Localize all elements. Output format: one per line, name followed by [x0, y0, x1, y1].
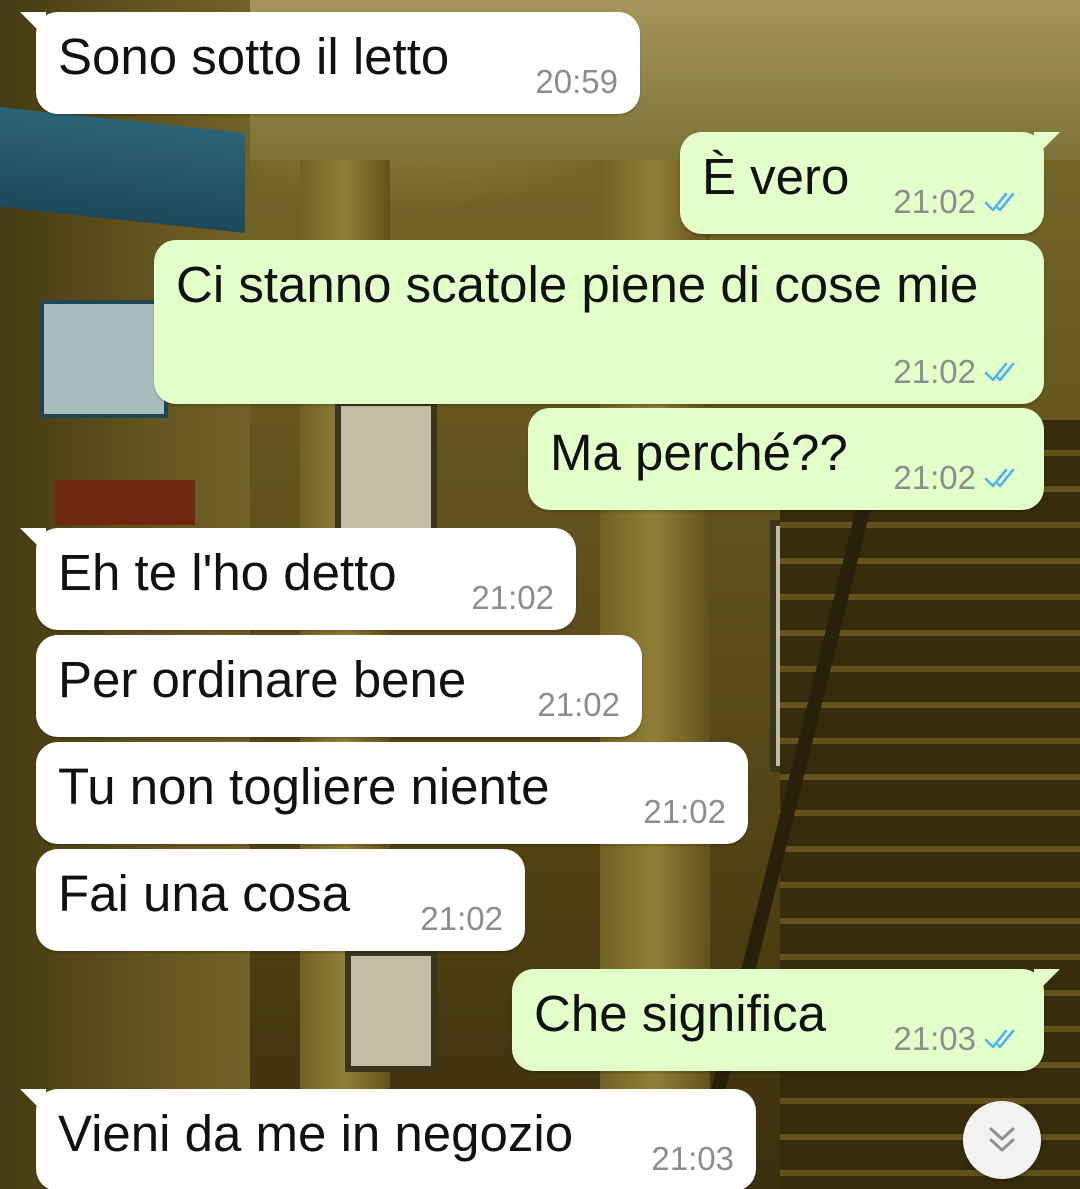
bubble-tail — [1034, 132, 1060, 158]
message-bubble-incoming[interactable]: Tu non togliere niente 21:02 — [36, 742, 748, 844]
read-receipt-icon — [984, 1029, 1015, 1049]
message-time: 21:02 — [893, 183, 976, 220]
message-meta: 21:02 — [893, 458, 1022, 498]
message-time: 20:59 — [535, 63, 618, 100]
message-meta: 21:03 — [651, 1139, 734, 1179]
message-time: 21:02 — [893, 459, 976, 496]
read-receipt-icon — [984, 192, 1015, 212]
bubble-tail — [1034, 969, 1060, 995]
message-time: 21:02 — [471, 579, 554, 616]
message-text: Sono sotto il letto — [58, 28, 450, 85]
message-meta: 21:02 — [420, 899, 503, 939]
message-bubble-incoming[interactable]: Vieni da me in negozio 21:03 — [20, 1089, 756, 1189]
message-meta: 21:02 — [893, 182, 1022, 222]
read-receipt-icon — [984, 468, 1015, 488]
message-text: Ci stanno scatole piene di cose mie — [176, 256, 979, 313]
message-time: 21:03 — [651, 1140, 734, 1177]
double-chevron-down-icon — [989, 1127, 1015, 1152]
message-meta: 21:02 — [537, 685, 620, 725]
read-receipt-icon — [984, 362, 1015, 382]
bubble-tail — [20, 1089, 46, 1115]
message-text: Tu non togliere niente — [58, 758, 550, 815]
message-meta: 21:02 — [471, 578, 554, 618]
message-bubble-incoming[interactable]: Per ordinare bene 21:02 — [36, 635, 642, 737]
message-bubble-outgoing[interactable]: Ci stanno scatole piene di cose mie 21:0… — [154, 240, 1044, 404]
message-text: Per ordinare bene — [58, 651, 467, 708]
message-time: 21:02 — [420, 900, 503, 937]
message-text: Vieni da me in negozio — [58, 1105, 574, 1162]
bubble-tail — [20, 12, 46, 38]
message-bubble-outgoing[interactable]: Che significa 21:03 — [512, 969, 1060, 1071]
message-meta: 20:59 — [535, 62, 618, 102]
message-meta: 21:02 — [643, 792, 726, 832]
message-bubble-incoming[interactable]: Fai una cosa 21:02 — [36, 849, 525, 951]
message-list[interactable]: Sono sotto il letto 20:59 È vero 21:02 C… — [0, 0, 1080, 1189]
message-bubble-outgoing[interactable]: Ma perché?? 21:02 — [528, 408, 1044, 510]
bubble-tail — [20, 528, 46, 554]
message-time: 21:02 — [893, 353, 976, 390]
message-meta: 21:02 — [893, 352, 1022, 392]
message-time: 21:03 — [893, 1020, 976, 1057]
message-bubble-incoming[interactable]: Sono sotto il letto 20:59 — [20, 12, 640, 114]
message-meta: 21:03 — [893, 1019, 1022, 1059]
message-time: 21:02 — [537, 686, 620, 723]
message-time: 21:02 — [643, 793, 726, 830]
message-bubble-outgoing[interactable]: È vero 21:02 — [680, 132, 1060, 234]
scroll-to-bottom-button[interactable] — [963, 1101, 1041, 1179]
message-bubble-incoming[interactable]: Eh te l'ho detto 21:02 — [20, 528, 576, 630]
